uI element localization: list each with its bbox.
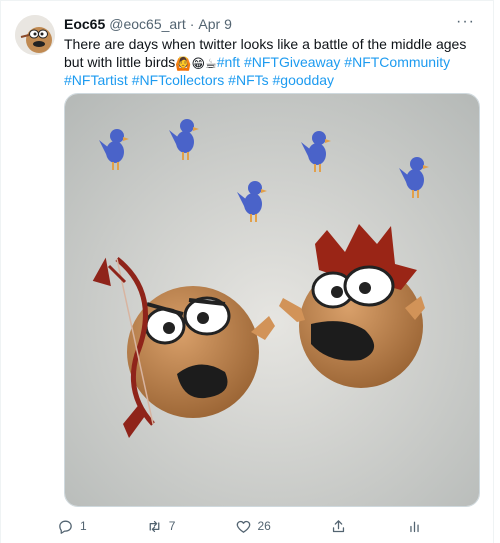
separator: · xyxy=(189,16,195,32)
hashtag-nfts[interactable]: #NFTs xyxy=(228,72,268,88)
analytics-button[interactable] xyxy=(406,515,423,537)
hashtag-nft[interactable]: #nft xyxy=(217,54,240,70)
tweet-text: There are days when twitter looks like a… xyxy=(64,35,480,89)
analytics-icon xyxy=(406,518,423,535)
tweet-image[interactable] xyxy=(64,93,480,507)
hashtag-nftcollectors[interactable]: #NFTcollectors xyxy=(132,72,225,88)
hashtag-nftcommunity[interactable]: #NFTCommunity xyxy=(344,54,450,70)
more-icon[interactable]: ··· xyxy=(456,13,475,31)
retweet-icon xyxy=(146,518,163,535)
like-icon xyxy=(235,518,252,535)
emoji-hot-beverage: ☕ xyxy=(205,56,217,71)
like-count: 26 xyxy=(257,519,271,533)
tweet-date[interactable]: Apr 9 xyxy=(198,15,231,33)
tweet-card[interactable]: Eoc65 @eoc65_art · Apr 9 There are days … xyxy=(0,0,494,543)
emoji-grinning: 😁 xyxy=(191,56,206,71)
avatar[interactable] xyxy=(15,15,55,55)
author-handle[interactable]: @eoc65_art xyxy=(109,15,185,33)
retweet-button[interactable]: 7 xyxy=(146,515,176,537)
like-button[interactable]: 26 xyxy=(235,515,271,537)
share-button[interactable] xyxy=(330,515,347,537)
hashtag-goodday[interactable]: #goodday xyxy=(273,72,335,88)
emoji-person-gesturing-ok: 🙆 xyxy=(175,56,192,71)
reply-icon xyxy=(57,518,74,535)
action-bar: 1 7 26 xyxy=(57,515,423,537)
hashtag-nftartist[interactable]: #NFTartist xyxy=(64,72,128,88)
reply-button[interactable]: 1 xyxy=(57,515,87,537)
hashtag-nftgiveaway[interactable]: #NFTGiveaway xyxy=(244,54,340,70)
retweet-count: 7 xyxy=(168,519,176,533)
share-icon xyxy=(330,518,347,535)
author-name[interactable]: Eoc65 xyxy=(64,15,105,33)
reply-count: 1 xyxy=(80,519,87,533)
